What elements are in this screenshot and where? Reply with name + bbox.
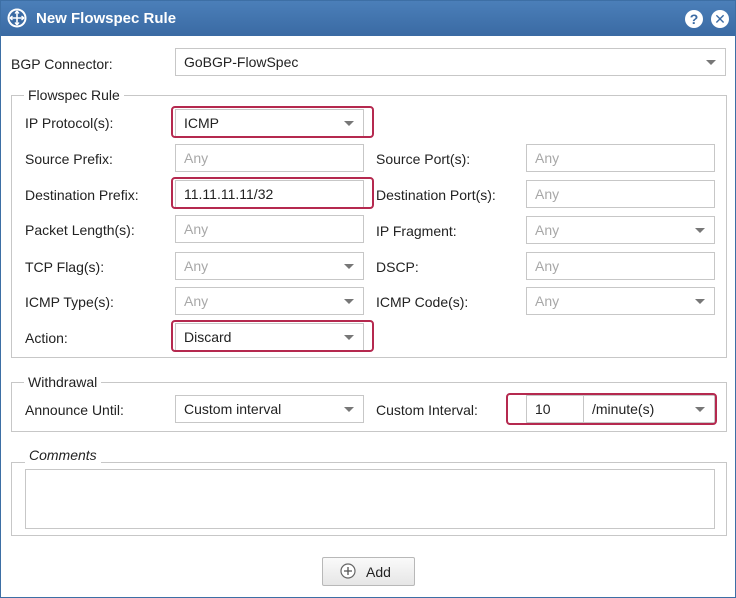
source-port-label: Source Port(s): [376,151,471,167]
chevron-down-icon [695,407,705,412]
ip-protocol-value: ICMP [184,115,219,131]
icmp-code-value: Any [535,293,560,309]
chevron-down-icon [344,335,354,340]
ip-protocol-label: IP Protocol(s): [25,115,114,131]
tcp-flags-label: TCP Flag(s): [25,259,105,275]
custom-interval-unit-value: /minute(s) [592,401,655,417]
action-label: Action: [25,330,68,346]
flowspec-app-icon [7,8,27,28]
custom-interval-value: 10 [535,401,551,417]
tcp-flags-value: Any [184,258,209,274]
packet-length-label: Packet Length(s): [25,222,135,238]
packet-length-input[interactable]: Any [175,215,364,243]
dscp-input[interactable]: Any [526,252,715,280]
destination-prefix-value: 11.11.11.11/32 [184,186,274,202]
icmp-type-value: Any [184,293,209,309]
dscp-label: DSCP: [376,259,419,275]
custom-interval-unit-select[interactable]: /minute(s) [583,395,715,423]
announce-until-label: Announce Until: [25,402,124,418]
ip-protocol-select[interactable]: ICMP [175,109,364,137]
chevron-down-icon [344,299,354,304]
bgp-connector-value: GoBGP-FlowSpec [184,54,299,70]
source-prefix-placeholder: Any [184,150,209,166]
announce-until-value: Custom interval [184,401,282,417]
destination-prefix-label: Destination Prefix: [25,187,139,203]
destination-port-input[interactable]: Any [526,180,715,208]
dscp-placeholder: Any [535,258,560,274]
comments-textarea[interactable] [25,469,715,529]
chevron-down-icon [344,407,354,412]
source-port-input[interactable]: Any [526,144,715,172]
icmp-code-select[interactable]: Any [526,287,715,315]
help-icon[interactable]: ? [685,10,703,28]
source-port-placeholder: Any [535,150,560,166]
tcp-flags-select[interactable]: Any [175,252,364,280]
ip-fragment-value: Any [535,222,560,238]
action-value: Discard [184,329,232,345]
chevron-down-icon [706,60,716,65]
chevron-down-icon [695,299,705,304]
chevron-down-icon [695,228,705,233]
announce-until-select[interactable]: Custom interval [175,395,364,423]
bgp-connector-label: BGP Connector: [11,56,113,72]
chevron-down-icon [344,121,354,126]
add-button[interactable]: Add [322,557,415,586]
source-prefix-input[interactable]: Any [175,144,364,172]
icmp-type-select[interactable]: Any [175,287,364,315]
action-select[interactable]: Discard [175,323,364,351]
dialog-title: New Flowspec Rule [36,10,177,27]
add-circle-icon [340,563,356,579]
flowspec-rule-legend: Flowspec Rule [24,87,124,103]
add-button-label: Add [366,564,391,580]
custom-interval-label: Custom Interval: [376,402,478,418]
withdrawal-legend: Withdrawal [24,374,102,390]
destination-port-label: Destination Port(s): [376,187,496,203]
icmp-code-label: ICMP Code(s): [376,294,469,310]
destination-port-placeholder: Any [535,186,560,202]
custom-interval-input[interactable]: 10 [526,395,584,423]
ip-fragment-select[interactable]: Any [526,216,715,244]
source-prefix-label: Source Prefix: [25,151,113,167]
packet-length-placeholder: Any [184,221,209,237]
icmp-type-label: ICMP Type(s): [25,294,114,310]
chevron-down-icon [344,264,354,269]
destination-prefix-input[interactable]: 11.11.11.11/32 [175,180,364,208]
dialog-titlebar[interactable]: New Flowspec Rule ? ✕ [1,1,735,36]
comments-legend: Comments [25,447,101,463]
bgp-connector-select[interactable]: GoBGP-FlowSpec [175,48,726,76]
ip-fragment-label: IP Fragment: [376,223,457,239]
new-flowspec-rule-dialog: New Flowspec Rule ? ✕ BGP Connector: GoB… [0,0,736,598]
close-icon[interactable]: ✕ [711,10,729,28]
